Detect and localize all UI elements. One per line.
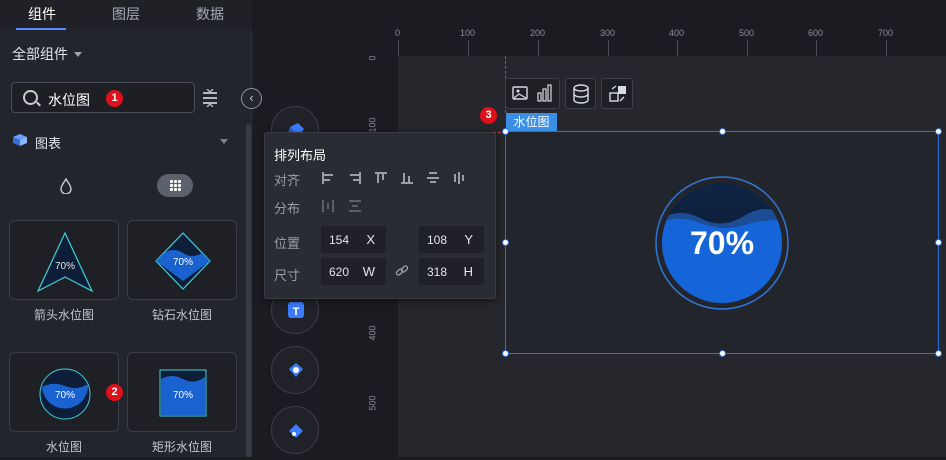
size-label: 尺寸: [274, 268, 301, 283]
align-label: 对齐: [274, 173, 301, 188]
align-bottom-icon[interactable]: [401, 172, 413, 184]
annotation-badge-3: 3: [480, 107, 497, 124]
grid-view-toggle[interactable]: [157, 174, 193, 197]
resize-handle[interactable]: [719, 128, 726, 135]
svg-text:T: T: [293, 306, 300, 318]
all-components-dropdown[interactable]: 全部组件: [12, 44, 82, 64]
image-icon: [512, 86, 528, 100]
align-middle-icon[interactable]: [427, 172, 439, 184]
data-source-button[interactable]: [565, 78, 596, 109]
chevron-down-icon: [74, 52, 82, 57]
layout-popup: 排列布局 对齐 分布 位置 154 X 108 Y 尺寸 620 W 318 H: [264, 132, 496, 299]
annotation-badge-1: 1: [106, 90, 123, 107]
component-card-arrow-water[interactable]: 70%: [9, 220, 119, 300]
ruler-label: 600: [808, 28, 824, 38]
interaction-icon: [609, 85, 626, 102]
resize-handle[interactable]: [502, 128, 509, 135]
gear-cube-icon: [289, 363, 303, 377]
component-card-water[interactable]: 70%: [9, 352, 119, 432]
width-field[interactable]: 620 W: [321, 258, 386, 285]
panel-tabs: 组件 图层 数据: [0, 0, 252, 30]
bar-chart-icon: [537, 84, 552, 102]
all-components-label: 全部组件: [12, 46, 68, 62]
align-center-icon[interactable]: [453, 172, 465, 184]
chart-category-icon: [12, 133, 28, 147]
active-tab-indicator: [16, 28, 66, 30]
resize-handle[interactable]: [935, 350, 942, 357]
ruler-label: 0: [395, 28, 401, 38]
water-level-preview-icon: 70%: [39, 368, 91, 420]
svg-text:70%: 70%: [55, 390, 75, 401]
ruler-label: 500: [739, 28, 755, 38]
component-card-diamond-water[interactable]: 70%: [127, 220, 237, 300]
ruler-label: 200: [530, 28, 546, 38]
align-right-icon[interactable]: [349, 172, 361, 184]
cloud-cube-icon: [289, 424, 303, 438]
svg-text:70%: 70%: [173, 390, 193, 401]
svg-text:70%: 70%: [55, 261, 75, 272]
resize-handle[interactable]: [935, 239, 942, 246]
resize-handle[interactable]: [502, 239, 509, 246]
category-label[interactable]: 图表: [35, 133, 61, 152]
water-level-value: 70%: [690, 225, 754, 261]
tool-button[interactable]: [271, 346, 319, 394]
distribute-label: 分布: [274, 201, 301, 216]
widget-toolbar-group: [505, 78, 560, 109]
component-card-rect-water[interactable]: 70%: [127, 352, 237, 432]
water-level-chart: 70%: [655, 176, 789, 310]
position-y-field[interactable]: 108 Y: [419, 226, 484, 253]
position-x-field[interactable]: 154 X: [321, 226, 386, 253]
align-top-icon[interactable]: [375, 172, 387, 184]
distribute-horizontal-icon[interactable]: [322, 200, 334, 212]
annotation-badge-2: 2: [106, 384, 123, 401]
panel-scrollbar[interactable]: [246, 124, 251, 457]
horizontal-ruler: 0 100 200 300 400 500 600 700: [368, 26, 946, 56]
resize-handle[interactable]: [502, 350, 509, 357]
tab-data[interactable]: 数据: [168, 0, 252, 30]
chevron-down-icon[interactable]: [220, 139, 228, 144]
ruler-label: 100: [460, 28, 476, 38]
interaction-button[interactable]: [601, 78, 633, 109]
diamond-water-preview-icon: 70%: [155, 232, 211, 290]
arrow-water-preview-icon: 70%: [36, 231, 94, 293]
resize-handle[interactable]: [719, 350, 726, 357]
tool-button[interactable]: [271, 406, 319, 454]
component-label: 钻石水位图: [151, 308, 212, 322]
link-icon[interactable]: [395, 264, 409, 278]
water-level-widget[interactable]: 70%: [502, 128, 942, 357]
tab-components[interactable]: 组件: [0, 0, 84, 30]
component-panel: 组件 图层 数据 全部组件 水位图 1 图表 70% 箭头水位图 70% 钻石水…: [0, 0, 252, 457]
ruler-label: 500: [367, 395, 378, 411]
popup-title: 排列布局: [274, 148, 327, 163]
search-icon: [23, 90, 38, 105]
database-icon: [573, 84, 589, 104]
ruler-label: 0: [367, 55, 378, 61]
ruler-label: 700: [878, 28, 894, 38]
component-label: 矩形水位图: [151, 440, 212, 454]
component-name-tag: 水位图: [506, 113, 557, 131]
component-label: 箭头水位图: [33, 308, 94, 322]
position-label: 位置: [274, 236, 301, 251]
tab-layers[interactable]: 图层: [84, 0, 168, 30]
search-input[interactable]: 水位图 1: [11, 82, 195, 113]
ruler-label: 300: [600, 28, 616, 38]
align-left-icon[interactable]: [322, 172, 334, 184]
search-value: 水位图: [48, 92, 90, 108]
svg-text:70%: 70%: [173, 257, 193, 268]
ruler-label: 100: [367, 117, 378, 133]
distribute-vertical-icon[interactable]: [349, 200, 361, 212]
water-drop-icon[interactable]: [59, 177, 73, 195]
height-field[interactable]: 318 H: [419, 258, 484, 285]
collapse-all-icon[interactable]: [203, 89, 217, 107]
ruler-label: 400: [367, 325, 378, 341]
component-label: 水位图: [45, 440, 82, 454]
collapse-panel-button[interactable]: ‹: [241, 88, 262, 109]
ruler-label: 400: [669, 28, 685, 38]
resize-handle[interactable]: [935, 128, 942, 135]
rect-water-preview-icon: 70%: [159, 369, 207, 417]
